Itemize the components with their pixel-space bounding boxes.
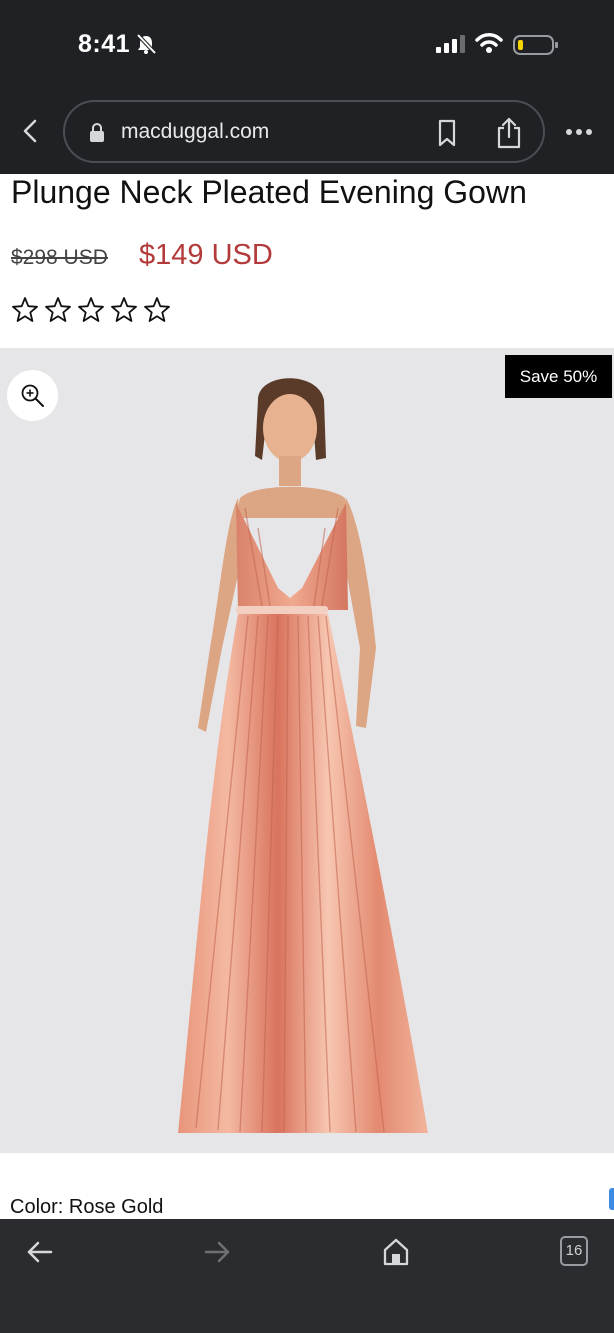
star-outline-icon[interactable] (11, 296, 39, 324)
zoom-in-icon[interactable] (20, 383, 45, 408)
zoom-button[interactable] (7, 370, 58, 421)
browser-bottom-toolbar: 16 (0, 1219, 614, 1333)
wifi-icon (475, 33, 503, 53)
color-label: Color: Rose Gold (10, 1196, 164, 1218)
share-icon[interactable] (495, 116, 523, 150)
browser-top-bar: 8:41 macduggal.com (0, 0, 614, 174)
bookmark-icon[interactable] (435, 119, 459, 147)
rating-stars[interactable] (11, 296, 171, 324)
tab-count-button[interactable]: 16 (560, 1236, 588, 1266)
star-outline-icon[interactable] (77, 296, 105, 324)
star-outline-icon[interactable] (110, 296, 138, 324)
url-text[interactable]: macduggal.com (121, 120, 269, 144)
product-image[interactable]: Save 50% (0, 348, 614, 1153)
star-outline-icon[interactable] (143, 296, 171, 324)
sale-price: $149 USD (139, 239, 273, 271)
product-title: Plunge Neck Pleated Evening Gown (11, 174, 527, 210)
star-outline-icon[interactable] (44, 296, 72, 324)
status-time: 8:41 (78, 30, 131, 58)
arrow-right-icon[interactable] (203, 1239, 231, 1265)
bell-slash-icon (136, 33, 157, 55)
gown-model-illustration (178, 378, 428, 1133)
carousel-next-edge[interactable] (609, 1188, 614, 1210)
original-price: $298 USD (11, 246, 108, 269)
battery-low-icon (513, 35, 558, 55)
cellular-signal-icon (436, 35, 465, 53)
chevron-left-icon[interactable] (18, 117, 42, 145)
home-icon[interactable] (382, 1237, 410, 1267)
ellipsis-icon[interactable] (565, 128, 593, 136)
address-bar[interactable]: macduggal.com (63, 100, 545, 163)
save-badge: Save 50% (505, 355, 612, 398)
arrow-left-icon[interactable] (26, 1239, 54, 1265)
lock-icon (90, 123, 104, 142)
